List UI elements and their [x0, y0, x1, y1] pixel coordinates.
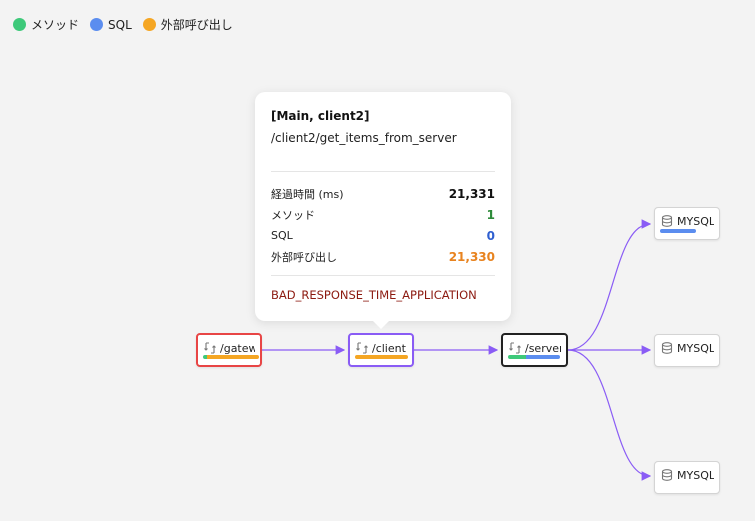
tooltip-row-value: 1 [486, 207, 495, 222]
node-client[interactable]: /client... [348, 333, 414, 367]
tooltip-row-label: メソッド [271, 208, 315, 222]
node-tooltip: [Main, client2] /client2/get_items_from_… [255, 92, 511, 329]
tooltip-row-value: 0 [486, 228, 495, 243]
node-gateway[interactable]: /gatew... [196, 333, 262, 367]
node-bar-segment [508, 355, 527, 359]
node-bar-segment [355, 355, 408, 359]
tooltip-row-value: 21,330 [448, 249, 495, 264]
tooltip-divider [271, 171, 495, 172]
tooltip-row-elapsed: 経過時間 (ms) 21,331 [271, 183, 495, 204]
node-bar [508, 355, 560, 359]
node-mysql-3[interactable]: MYSQL [654, 461, 720, 494]
node-label: MYSQL [677, 468, 714, 482]
tooltip-row-external: 外部呼び出し 21,330 [271, 246, 495, 267]
transaction-icon [356, 342, 368, 354]
node-bar [660, 356, 696, 360]
node-bar [355, 355, 408, 359]
node-bar-segment [660, 229, 696, 233]
transaction-icon [509, 342, 521, 354]
node-bar [660, 229, 696, 233]
node-label: /client... [372, 341, 407, 355]
node-label: MYSQL [677, 214, 714, 228]
database-icon [661, 215, 673, 227]
node-server[interactable]: /server... [501, 333, 568, 367]
tooltip-error-code: BAD_RESPONSE_TIME_APPLICATION [271, 288, 477, 302]
tooltip-row-label: SQL [271, 229, 293, 242]
node-bar [203, 355, 259, 359]
tooltip-divider [271, 275, 495, 276]
tooltip-row-label: 外部呼び出し [271, 250, 337, 264]
node-bar [660, 483, 696, 487]
node-mysql-2[interactable]: MYSQL [654, 334, 720, 367]
tooltip-row-label: 経過時間 (ms) [271, 187, 344, 201]
edge-server-mysql-3 [567, 349, 652, 481]
node-bar-segment [206, 355, 259, 359]
edge-server-mysql-1 [567, 219, 652, 351]
tooltip-row-value: 21,331 [448, 186, 495, 201]
transaction-icon [204, 342, 216, 354]
node-label: /gatew... [220, 341, 255, 355]
node-label: MYSQL [677, 341, 714, 355]
tooltip-row-sql: SQL 0 [271, 225, 495, 246]
node-label: /server... [525, 341, 561, 355]
tooltip-title: [Main, client2] [271, 109, 370, 123]
database-icon [661, 469, 673, 481]
node-mysql-1[interactable]: MYSQL [654, 207, 720, 240]
tooltip-path: /client2/get_items_from_server [271, 131, 457, 145]
node-bar-segment [526, 355, 560, 359]
tooltip-row-method: メソッド 1 [271, 204, 495, 225]
database-icon [661, 342, 673, 354]
service-map-canvas[interactable]: メソッド SQL 外部呼び出し /gatew... [0, 0, 755, 521]
